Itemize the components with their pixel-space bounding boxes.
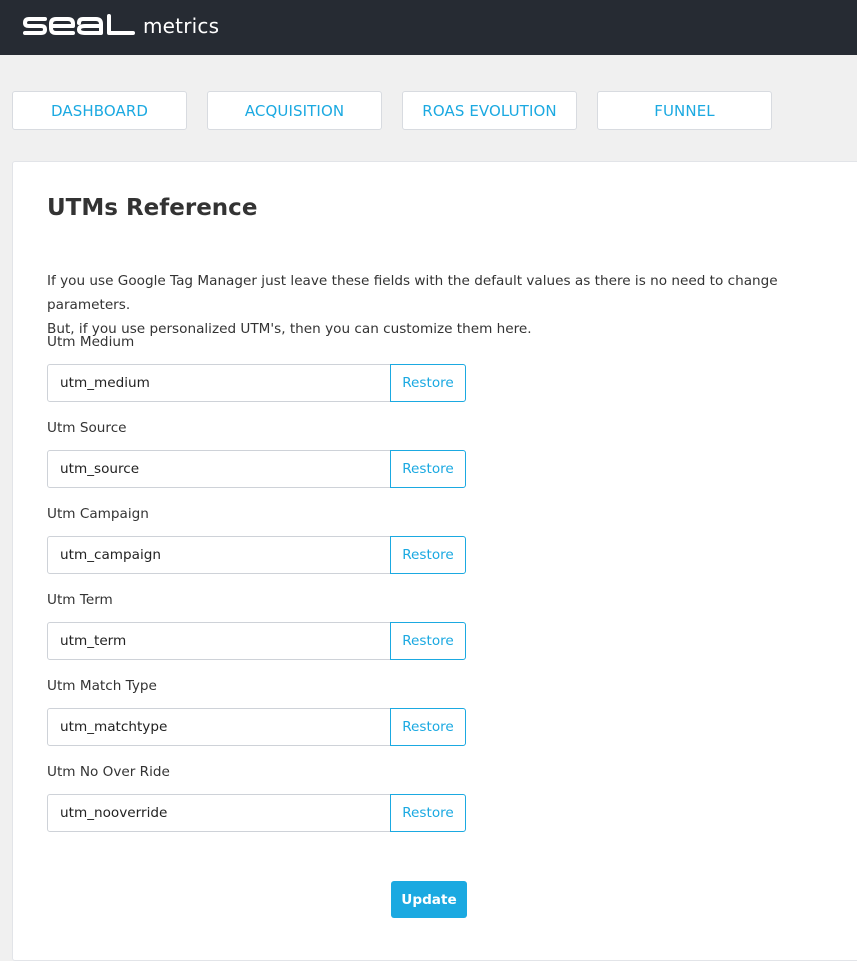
utm-campaign-restore-button[interactable]: Restore [390,536,466,574]
utm-medium-restore-button[interactable]: Restore [390,364,466,402]
utm-campaign-input[interactable]: utm_campaign [47,536,392,574]
tab-dashboard[interactable]: DASHBOARD [12,91,187,130]
logo-suffix: metrics [143,14,220,38]
tab-funnel[interactable]: FUNNEL [597,91,772,130]
utm-medium-label: Utm Medium [47,334,135,350]
page-description: If you use Google Tag Manager just leave… [47,269,847,341]
utm-source-input[interactable]: utm_source [47,450,392,488]
tab-roas-evolution[interactable]: ROAS EVOLUTION [402,91,577,130]
tab-acquisition[interactable]: ACQUISITION [207,91,382,130]
utm-term-restore-button[interactable]: Restore [390,622,466,660]
utms-reference-card: UTMs Reference If you use Google Tag Man… [12,161,857,961]
utm-campaign-label: Utm Campaign [47,506,149,522]
utm-source-label: Utm Source [47,420,127,436]
utm-nooverride-restore-button[interactable]: Restore [390,794,466,832]
description-line-1: If you use Google Tag Manager just leave… [47,273,778,313]
utm-matchtype-label: Utm Match Type [47,678,157,694]
utm-matchtype-input[interactable]: utm_matchtype [47,708,392,746]
seal-metrics-logo[interactable]: metrics [23,10,219,40]
top-navbar: metrics [0,0,857,55]
seal-logo-icon [23,14,135,35]
update-button[interactable]: Update [391,881,467,918]
utm-nooverride-label: Utm No Over Ride [47,764,170,780]
utm-medium-input[interactable]: utm_medium [47,364,392,402]
description-line-2: But, if you use personalized UTM's, then… [47,321,532,337]
utm-matchtype-restore-button[interactable]: Restore [390,708,466,746]
utm-term-label: Utm Term [47,592,113,608]
utm-nooverride-input[interactable]: utm_nooverride [47,794,392,832]
page-title: UTMs Reference [47,195,258,221]
utm-term-input[interactable]: utm_term [47,622,392,660]
utm-source-restore-button[interactable]: Restore [390,450,466,488]
